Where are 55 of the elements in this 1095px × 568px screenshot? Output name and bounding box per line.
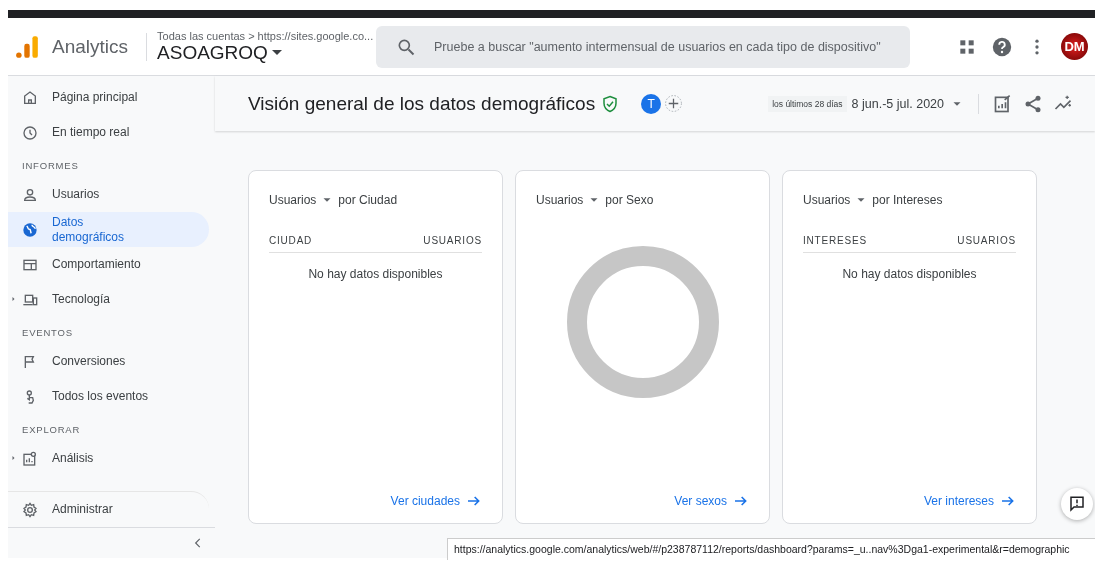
card-title: por Sexo bbox=[605, 193, 654, 207]
sidebar-item[interactable]: Administrar bbox=[8, 491, 209, 527]
sidebar-item[interactable]: Conversiones bbox=[8, 344, 209, 379]
empty-message: No hay datos disponibles bbox=[307, 267, 444, 281]
globe-icon bbox=[22, 221, 38, 238]
comparison-badge[interactable]: T bbox=[641, 93, 662, 114]
metric-selector[interactable]: Usuarios bbox=[269, 193, 335, 207]
status-url: https://analytics.google.com/analytics/web/#/p238787112/reports/dashboard?params=_u..nav%3Dga1-experimental&r=demographic bbox=[447, 538, 1095, 560]
section-heading: INFORMES bbox=[21, 159, 80, 173]
edit-report-icon[interactable] bbox=[993, 93, 1013, 114]
expand-arrow-icon[interactable] bbox=[11, 296, 17, 302]
search-field[interactable]: Pruebe a buscar "aumento intermensual de usuarios en cada tipo de dispositivo" bbox=[376, 25, 911, 68]
add-comparison-icon[interactable] bbox=[664, 94, 684, 113]
date-range-picker[interactable]: 8 jun.-5 jul. 2020 bbox=[851, 96, 964, 111]
sidebar-item[interactable]: Usuarios bbox=[8, 177, 209, 212]
card-title: por Ciudad bbox=[338, 193, 398, 207]
help-icon[interactable] bbox=[991, 35, 1013, 58]
property-selector[interactable]: ASOAGROQ bbox=[157, 41, 373, 64]
sidebar-item[interactable]: Página principal bbox=[8, 80, 209, 115]
clock-icon bbox=[22, 124, 38, 141]
search-input[interactable]: Pruebe a buscar "aumento intermensual de usuarios en cada tipo de dispositivo" bbox=[432, 38, 911, 55]
expand-arrow-icon[interactable] bbox=[11, 455, 17, 461]
range-label: los últimos 28 días bbox=[768, 95, 847, 112]
metric-selector[interactable]: Usuarios bbox=[536, 193, 602, 207]
card-link[interactable]: Ver intereses bbox=[923, 493, 1016, 509]
section-heading: EVENTOS bbox=[21, 326, 74, 340]
user-avatar[interactable]: DM bbox=[1061, 33, 1088, 60]
sidebar-item[interactable]: Todos los eventos bbox=[8, 379, 209, 414]
sidebar-item[interactable]: Análisis bbox=[8, 441, 209, 476]
sidebar-item[interactable]: Datos demográficos bbox=[8, 212, 209, 247]
shield-check-icon bbox=[601, 94, 620, 113]
column-header: USUARIOS bbox=[957, 235, 1016, 246]
person-icon bbox=[22, 186, 38, 203]
page-title: Visión general de los datos demográficos bbox=[248, 92, 596, 115]
card-link[interactable]: Ver sexos bbox=[674, 493, 749, 509]
column-header: USUARIOS bbox=[423, 235, 482, 246]
home-icon bbox=[22, 89, 38, 106]
sidebar-item[interactable]: En tiempo real bbox=[8, 115, 209, 150]
card-link[interactable]: Ver ciudades bbox=[390, 493, 482, 509]
section-heading: EXPLORAR bbox=[21, 423, 82, 437]
column-header: CIUDAD bbox=[269, 235, 313, 246]
analytics-logo bbox=[14, 33, 40, 60]
feedback-icon bbox=[1068, 495, 1086, 513]
sidebar-item[interactable]: Tecnología bbox=[8, 282, 209, 317]
app-name: Analytics bbox=[52, 32, 148, 61]
caret-icon bbox=[271, 50, 282, 55]
card-title: por Intereses bbox=[872, 193, 943, 207]
share-icon[interactable] bbox=[1023, 93, 1043, 114]
metric-selector[interactable]: Usuarios bbox=[803, 193, 869, 207]
chart-icon bbox=[22, 450, 38, 467]
sidebar-item[interactable]: Comportamiento bbox=[8, 247, 209, 282]
empty-message: No hay datos disponibles bbox=[841, 267, 978, 281]
breadcrumb[interactable]: Todas las cuentas > https://sites.google.co... bbox=[157, 29, 373, 42]
gear-icon bbox=[22, 501, 38, 518]
column-header: INTERESES bbox=[803, 235, 867, 246]
